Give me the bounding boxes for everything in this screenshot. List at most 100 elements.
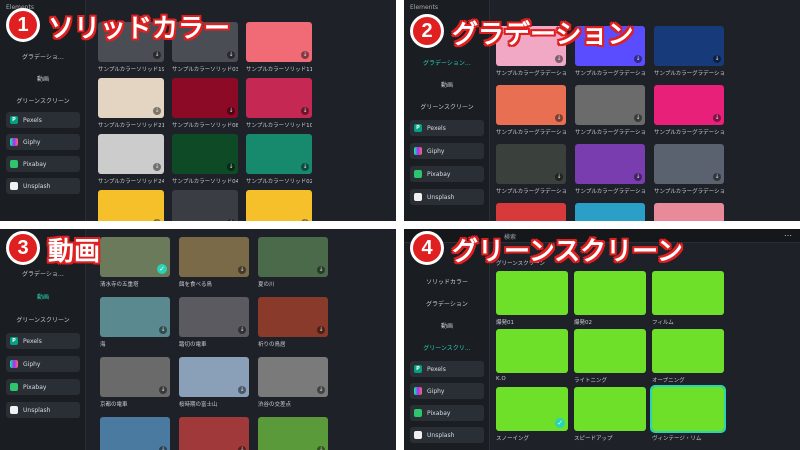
sidebar-item-gradient[interactable]: グラデーショ…: [0, 52, 86, 61]
media-thumbnail[interactable]: ↓: [258, 297, 328, 337]
download-icon[interactable]: ↓: [238, 446, 246, 450]
download-icon[interactable]: ↓: [555, 55, 563, 63]
media-thumbnail[interactable]: ↓: [258, 417, 328, 450]
source-pexels[interactable]: P Pexels: [6, 112, 80, 128]
sidebar-item-video[interactable]: 動画: [404, 80, 490, 89]
source-unsplash[interactable]: Unsplash: [410, 427, 484, 443]
download-icon[interactable]: ↓: [301, 107, 309, 115]
sidebar-item-greenscreen[interactable]: グリーンスクリーン: [0, 315, 86, 324]
media-thumbnail[interactable]: ↓: [179, 297, 249, 337]
download-icon[interactable]: ↓: [301, 51, 309, 59]
source-pixabay[interactable]: Pixabay: [410, 405, 484, 421]
media-thumbnail[interactable]: ↓: [179, 417, 249, 450]
sidebar-item-gradient[interactable]: グラデーション: [404, 299, 490, 308]
media-thumbnail[interactable]: ↓: [575, 85, 645, 125]
source-pixabay[interactable]: Pixabay: [6, 379, 80, 395]
source-unsplash[interactable]: Unsplash: [6, 402, 80, 418]
media-thumbnail[interactable]: [574, 387, 646, 431]
media-thumbnail[interactable]: ✓: [100, 237, 170, 277]
source-pexels[interactable]: P Pexels: [6, 333, 80, 349]
source-unsplash[interactable]: Unsplash: [6, 178, 80, 194]
download-icon[interactable]: ↓: [153, 107, 161, 115]
source-giphy[interactable]: Giphy: [6, 356, 80, 372]
media-thumbnail[interactable]: ↓: [654, 203, 724, 221]
download-icon[interactable]: ↓: [153, 51, 161, 59]
media-thumbnail[interactable]: [496, 271, 568, 315]
sidebar-item-greenscreen[interactable]: グリーンスクリ…: [404, 343, 490, 352]
download-icon[interactable]: ↓: [301, 219, 309, 221]
source-pexels[interactable]: P Pexels: [410, 120, 484, 136]
download-icon[interactable]: ↓: [238, 326, 246, 334]
media-thumbnail[interactable]: [574, 271, 646, 315]
download-icon[interactable]: ↓: [227, 51, 235, 59]
media-thumbnail[interactable]: ↓: [98, 190, 164, 221]
media-thumbnail[interactable]: ↓: [246, 22, 312, 62]
media-thumbnail[interactable]: ↓: [496, 85, 566, 125]
media-thumbnail[interactable]: ↓: [258, 357, 328, 397]
download-icon[interactable]: ↓: [227, 219, 235, 221]
media-thumbnail[interactable]: ↓: [654, 85, 724, 125]
media-thumbnail[interactable]: ↓: [98, 78, 164, 118]
download-icon[interactable]: ↓: [227, 163, 235, 171]
sidebar-item-solid[interactable]: ソリッドカラー: [404, 277, 490, 286]
sidebar-item-gradient[interactable]: グラデーション…: [404, 58, 490, 67]
media-thumbnail[interactable]: ↓: [172, 134, 238, 174]
media-thumbnail[interactable]: ↓: [179, 237, 249, 277]
download-icon[interactable]: ↓: [713, 114, 721, 122]
source-pixabay[interactable]: Pixabay: [410, 166, 484, 182]
download-icon[interactable]: ↓: [713, 173, 721, 181]
download-icon[interactable]: ↓: [153, 219, 161, 221]
media-thumbnail[interactable]: ↓: [246, 190, 312, 221]
download-icon[interactable]: ↓: [238, 266, 246, 274]
media-thumbnail[interactable]: ↓: [496, 203, 566, 221]
download-icon[interactable]: ↓: [159, 386, 167, 394]
download-icon[interactable]: ↓: [713, 55, 721, 63]
media-thumbnail[interactable]: [574, 329, 646, 373]
download-icon[interactable]: ↓: [317, 446, 325, 450]
download-icon[interactable]: ↓: [634, 55, 642, 63]
media-thumbnail[interactable]: ↓: [98, 134, 164, 174]
source-unsplash[interactable]: Unsplash: [410, 189, 484, 205]
sidebar-item-video[interactable]: 動画: [0, 74, 86, 83]
media-thumbnail[interactable]: ↓: [496, 144, 566, 184]
media-thumbnail[interactable]: ↓: [258, 237, 328, 277]
download-icon[interactable]: ↓: [159, 326, 167, 334]
sidebar-item-gradient[interactable]: グラデーショ…: [0, 269, 86, 278]
source-pixabay[interactable]: Pixabay: [6, 156, 80, 172]
media-thumbnail[interactable]: [650, 385, 726, 433]
media-thumbnail[interactable]: [652, 271, 724, 315]
download-icon[interactable]: ↓: [317, 386, 325, 394]
media-thumbnail[interactable]: [652, 329, 724, 373]
media-thumbnail[interactable]: ↓: [100, 417, 170, 450]
media-thumbnail[interactable]: ↓: [172, 190, 238, 221]
download-icon[interactable]: ↓: [227, 107, 235, 115]
download-icon[interactable]: ↓: [238, 386, 246, 394]
source-pexels[interactable]: P Pexels: [410, 361, 484, 377]
media-thumbnail[interactable]: ↓: [246, 134, 312, 174]
download-icon[interactable]: ↓: [317, 326, 325, 334]
download-icon[interactable]: ↓: [301, 163, 309, 171]
sidebar-item-greenscreen[interactable]: グリーンスクリーン: [0, 96, 86, 105]
download-icon[interactable]: ↓: [317, 266, 325, 274]
media-thumbnail[interactable]: ↓: [246, 78, 312, 118]
media-thumbnail[interactable]: ↓: [100, 357, 170, 397]
media-thumbnail[interactable]: ↓: [654, 26, 724, 66]
media-thumbnail[interactable]: ↓: [172, 78, 238, 118]
download-icon[interactable]: ↓: [634, 114, 642, 122]
media-thumbnail[interactable]: ↓: [100, 297, 170, 337]
sidebar-item-video[interactable]: 動画: [0, 292, 86, 301]
media-thumbnail[interactable]: ↓: [575, 144, 645, 184]
more-options-icon[interactable]: ⋯: [784, 231, 792, 240]
download-icon[interactable]: ↓: [555, 173, 563, 181]
download-icon[interactable]: ↓: [159, 446, 167, 450]
sidebar-item-greenscreen[interactable]: グリーンスクリーン: [404, 102, 490, 111]
media-thumbnail[interactable]: [496, 329, 568, 373]
media-thumbnail[interactable]: ↓: [179, 357, 249, 397]
download-icon[interactable]: ↓: [555, 114, 563, 122]
media-thumbnail[interactable]: ✓: [496, 387, 568, 431]
source-giphy[interactable]: Giphy: [410, 383, 484, 399]
download-icon[interactable]: ↓: [634, 173, 642, 181]
media-thumbnail[interactable]: ↓: [654, 144, 724, 184]
sidebar-item-video[interactable]: 動画: [404, 321, 490, 330]
source-giphy[interactable]: Giphy: [6, 134, 80, 150]
